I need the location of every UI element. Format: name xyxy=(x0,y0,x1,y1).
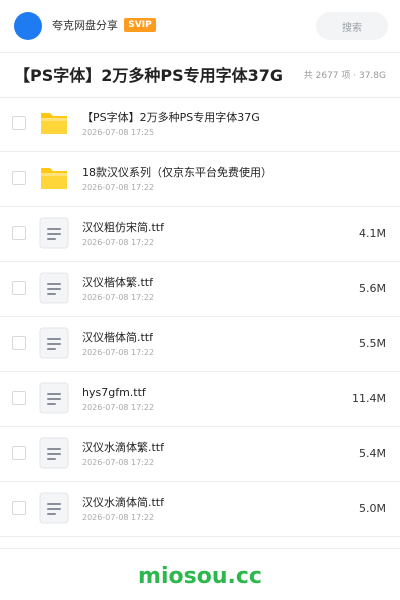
file-name: 汉仪楷体繁.ttf xyxy=(82,276,153,289)
header: 夸克网盘分享 SVIP 搜索 xyxy=(0,0,400,53)
file-date: 2026-07-08 17:22 xyxy=(82,238,155,247)
search-input[interactable]: 搜索 xyxy=(316,12,388,40)
file-size: 5.6M xyxy=(359,282,386,295)
select-checkbox[interactable] xyxy=(12,171,26,185)
file-name: 汉仪水滴体简.ttf xyxy=(82,496,164,509)
file-row[interactable]: 汉仪水滴体繁.ttf 2026-07-08 17:22 5.4M xyxy=(0,427,400,482)
file-name: 【PS字体】2万多种PS专用字体37G xyxy=(82,111,260,124)
file-name: 汉仪粗仿宋简.ttf xyxy=(82,221,164,234)
document-icon xyxy=(38,217,70,249)
file-name: 汉仪水滴体繁.ttf xyxy=(82,441,164,454)
svip-badge: SVIP xyxy=(124,18,156,32)
file-size: 4.1M xyxy=(359,227,386,240)
avatar[interactable] xyxy=(14,12,42,40)
file-summary: 共 2677 项 · 37.8G xyxy=(303,71,386,81)
app: 夸克网盘分享 SVIP 搜索 【PS字体】2万多种PS专用字体37G 共 267… xyxy=(0,0,400,600)
file-size: 5.0M xyxy=(359,502,386,515)
file-date: 2026-07-08 17:22 xyxy=(82,183,155,192)
file-date: 2026-07-08 17:22 xyxy=(82,458,155,467)
folder-icon xyxy=(38,162,70,194)
file-size: 11.4M xyxy=(352,392,386,405)
title-bar: 【PS字体】2万多种PS专用字体37G 共 2677 项 · 37.8G xyxy=(0,52,400,98)
select-checkbox[interactable] xyxy=(12,501,26,515)
file-row[interactable]: 汉仪楷体繁.ttf 2026-07-08 17:22 5.6M xyxy=(0,262,400,317)
file-name: 18款汉仪系列（仅京东平台免费使用） xyxy=(82,166,272,179)
file-name: hys7gfm.ttf xyxy=(82,386,146,399)
select-checkbox[interactable] xyxy=(12,446,26,460)
folder-icon xyxy=(38,107,70,139)
file-size: 5.4M xyxy=(359,447,386,460)
file-row[interactable]: 18款汉仪系列（仅京东平台免费使用） 2026-07-08 17:22 xyxy=(0,152,400,207)
page-title: 【PS字体】2万多种PS专用字体37G xyxy=(14,66,284,85)
select-checkbox[interactable] xyxy=(12,336,26,350)
file-date: 2026-07-08 17:25 xyxy=(82,128,155,137)
file-row[interactable]: 汉仪粗仿宋简.ttf 2026-07-08 17:22 4.1M xyxy=(0,207,400,262)
file-date: 2026-07-08 17:22 xyxy=(82,293,155,302)
select-checkbox[interactable] xyxy=(12,116,26,130)
file-size: 5.5M xyxy=(359,337,386,350)
document-icon xyxy=(38,437,70,469)
document-icon xyxy=(38,327,70,359)
footer-divider xyxy=(0,548,400,549)
file-date: 2026-07-08 17:22 xyxy=(82,403,155,412)
footer-brand: miosou.cc xyxy=(138,564,262,589)
document-icon xyxy=(38,382,70,414)
document-icon xyxy=(38,272,70,304)
search-placeholder: 搜索 xyxy=(342,22,362,34)
select-checkbox[interactable] xyxy=(12,391,26,405)
select-checkbox[interactable] xyxy=(12,226,26,240)
file-row[interactable]: 汉仪楷体简.ttf 2026-07-08 17:22 5.5M xyxy=(0,317,400,372)
app-name: 夸克网盘分享 xyxy=(52,19,118,32)
file-row[interactable]: 汉仪水滴体简.ttf 2026-07-08 17:22 5.0M xyxy=(0,482,400,537)
file-date: 2026-07-08 17:22 xyxy=(82,513,155,522)
file-row[interactable]: hys7gfm.ttf 2026-07-08 17:22 11.4M xyxy=(0,372,400,427)
file-list: 【PS字体】2万多种PS专用字体37G 2026-07-08 17:25 18款… xyxy=(0,97,400,537)
document-icon xyxy=(38,492,70,524)
file-row[interactable]: 【PS字体】2万多种PS专用字体37G 2026-07-08 17:25 xyxy=(0,97,400,152)
file-date: 2026-07-08 17:22 xyxy=(82,348,155,357)
file-name: 汉仪楷体简.ttf xyxy=(82,331,153,344)
select-checkbox[interactable] xyxy=(12,281,26,295)
